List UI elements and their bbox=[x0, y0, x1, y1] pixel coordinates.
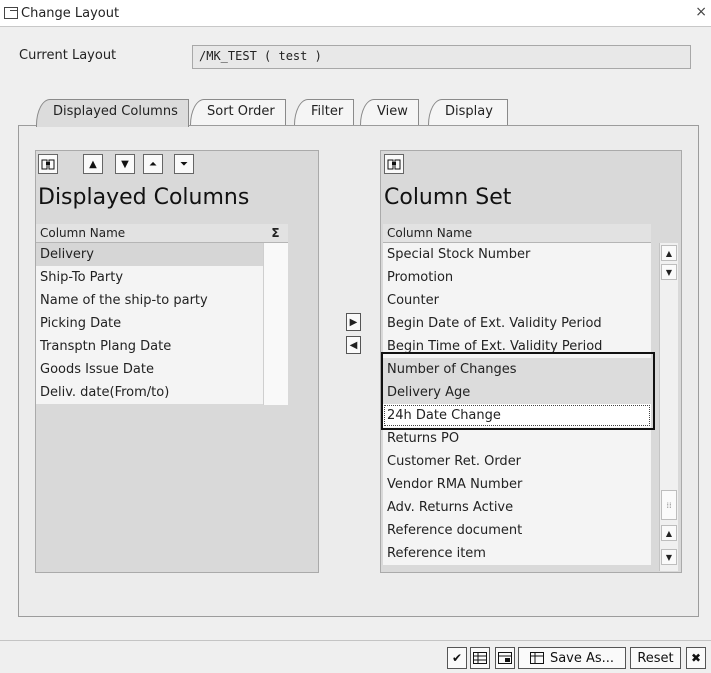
list-item[interactable]: Reference document bbox=[383, 519, 651, 542]
sum-column bbox=[263, 243, 288, 405]
sum-icon[interactable]: Σ bbox=[263, 224, 288, 243]
list-item[interactable]: Customer Ret. Order bbox=[383, 450, 651, 473]
list-item[interactable]: Picking Date bbox=[36, 312, 263, 335]
list-item[interactable]: Counter bbox=[383, 289, 651, 312]
move-left-icon[interactable]: ◀ bbox=[346, 336, 361, 354]
current-layout-label: Current Layout bbox=[19, 48, 117, 63]
list-item[interactable]: Delivery bbox=[36, 243, 263, 266]
window-titlebar: Change Layout × bbox=[0, 0, 711, 27]
list-item[interactable]: Special Stock Number bbox=[383, 243, 651, 266]
reset-button[interactable]: Reset bbox=[630, 647, 681, 669]
save-layout-icon bbox=[529, 652, 544, 664]
list-item[interactable]: Vendor RMA Number bbox=[383, 473, 651, 496]
save-as-label: Save As... bbox=[549, 650, 615, 666]
column-name-header[interactable]: Column Name bbox=[36, 224, 263, 243]
list-item[interactable]: Number of Changes bbox=[383, 358, 651, 381]
move-right-icon[interactable]: ▶ bbox=[346, 313, 361, 331]
layout-load-icon[interactable] bbox=[495, 647, 515, 669]
find-icon[interactable] bbox=[38, 154, 58, 174]
list-item[interactable]: Transptn Plang Date bbox=[36, 335, 263, 358]
window-title: Change Layout bbox=[21, 5, 120, 21]
list-item[interactable]: Adv. Returns Active bbox=[383, 496, 651, 519]
scroll-up-icon[interactable]: ▲ bbox=[661, 525, 677, 541]
scroll-down-icon[interactable]: ▼ bbox=[661, 264, 677, 280]
tab-sort-order[interactable]: Sort Order bbox=[190, 99, 286, 125]
current-layout-field: /MK_TEST ( test ) bbox=[192, 45, 691, 69]
move-bottom-icon[interactable]: ⏷ bbox=[174, 154, 194, 174]
cancel-icon[interactable]: ✖ bbox=[686, 647, 706, 669]
move-up-icon[interactable]: ▲ bbox=[83, 154, 103, 174]
list-item[interactable]: Promotion bbox=[383, 266, 651, 289]
list-item[interactable]: Delivery Age bbox=[383, 381, 651, 404]
list-item[interactable]: Reference item bbox=[383, 542, 651, 565]
scroll-up-icon[interactable]: ▲ bbox=[661, 245, 677, 261]
column-set-scrollbar[interactable] bbox=[659, 243, 678, 571]
move-top-icon[interactable]: ⏶ bbox=[143, 154, 163, 174]
footer-divider bbox=[0, 640, 711, 641]
layout-grid-icon[interactable] bbox=[470, 647, 490, 669]
list-item[interactable]: Begin Date of Ext. Validity Period bbox=[383, 312, 651, 335]
list-item[interactable]: Deliv. date(From/to) bbox=[36, 381, 263, 404]
tab-filter[interactable]: Filter bbox=[294, 99, 355, 125]
confirm-icon[interactable]: ✔ bbox=[447, 647, 467, 669]
list-item[interactable]: Begin Time of Ext. Validity Period bbox=[383, 335, 651, 358]
change-layout-icon bbox=[4, 7, 18, 19]
save-as-button[interactable]: Save As... bbox=[518, 647, 626, 669]
list-item[interactable]: Name of the ship-to party bbox=[36, 289, 263, 312]
list-item[interactable]: Ship-To Party bbox=[36, 266, 263, 289]
scroll-down-icon[interactable]: ▼ bbox=[661, 549, 677, 565]
list-item[interactable]: Returns PO bbox=[383, 427, 651, 450]
find-icon[interactable] bbox=[384, 154, 404, 174]
column-name-header[interactable]: Column Name bbox=[383, 224, 651, 243]
tab-view[interactable]: View bbox=[360, 99, 419, 125]
move-down-icon[interactable]: ▼ bbox=[115, 154, 135, 174]
displayed-columns-empty-area bbox=[36, 405, 288, 572]
column-set-list: Special Stock Number Promotion Counter B… bbox=[383, 243, 651, 565]
list-item[interactable]: 24h Date Change bbox=[383, 404, 651, 427]
scrollbar-thumb[interactable]: ⁞⁞ bbox=[661, 490, 677, 520]
column-set-title: Column Set bbox=[384, 185, 512, 210]
tab-displayed-columns[interactable]: Displayed Columns bbox=[36, 99, 189, 127]
displayed-columns-title: Displayed Columns bbox=[38, 185, 250, 210]
close-icon[interactable]: × bbox=[695, 4, 707, 20]
list-item[interactable]: Goods Issue Date bbox=[36, 358, 263, 381]
displayed-columns-list: Delivery Ship-To Party Name of the ship-… bbox=[36, 243, 263, 404]
tab-display[interactable]: Display bbox=[428, 99, 508, 125]
